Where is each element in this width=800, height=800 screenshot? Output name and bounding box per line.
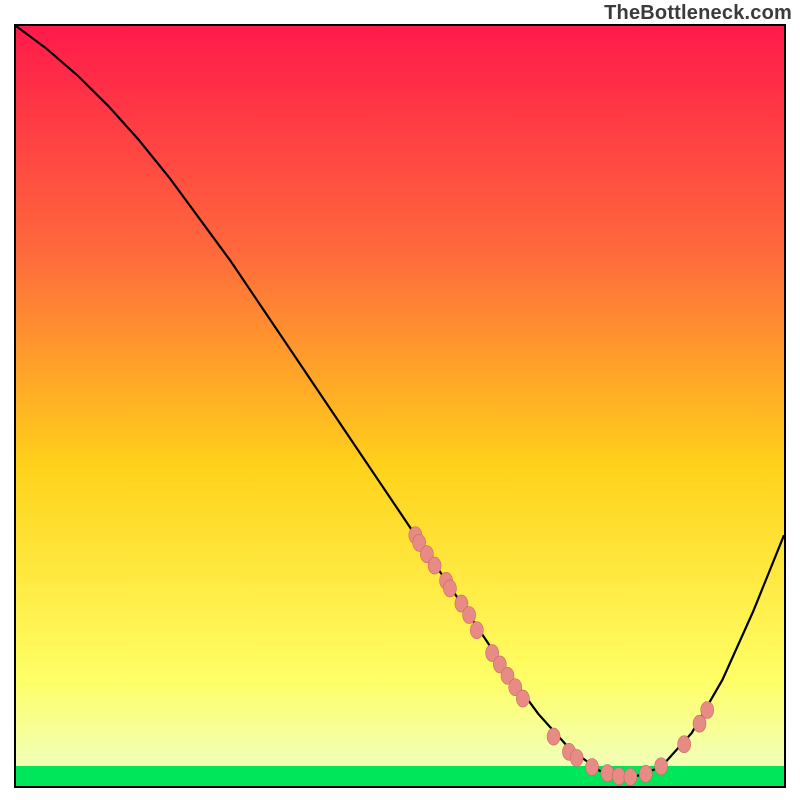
heat-gradient: [16, 26, 784, 786]
chart-container: TheBottleneck.com: [0, 0, 800, 800]
data-point: [601, 765, 614, 782]
data-point: [612, 768, 625, 785]
plot-area: [14, 24, 786, 788]
data-point: [470, 622, 483, 639]
data-point: [547, 728, 560, 745]
data-point: [570, 749, 583, 766]
data-point: [428, 557, 441, 574]
data-point: [463, 607, 476, 624]
data-point: [655, 758, 668, 775]
watermark-label: TheBottleneck.com: [604, 2, 792, 25]
data-point: [443, 580, 456, 597]
data-point: [624, 768, 637, 785]
data-point: [639, 765, 652, 782]
data-point: [701, 702, 714, 719]
data-point: [516, 690, 529, 707]
bottleneck-chart-svg: [14, 24, 786, 788]
data-point: [586, 759, 599, 776]
data-point: [678, 736, 691, 753]
optimal-band: [16, 766, 784, 786]
